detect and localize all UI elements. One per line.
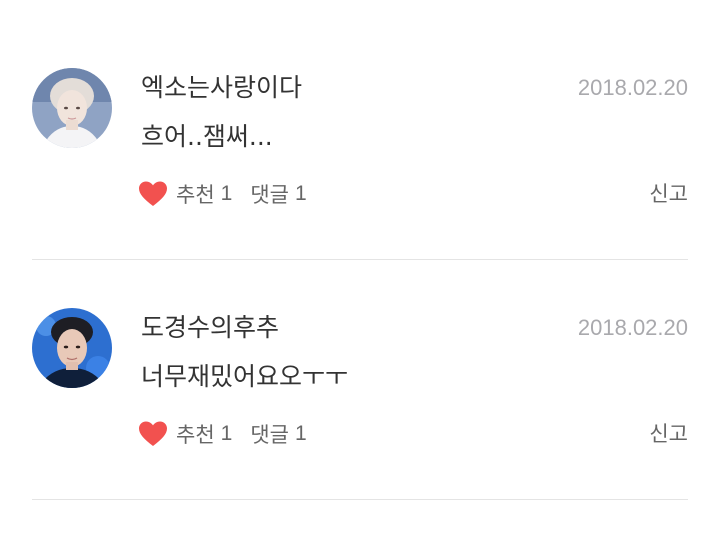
comment-item: 도경수의후추 2018.02.20 너무재밌어요오ㅜㅜ 추천 1 댓글 1 신고	[0, 260, 720, 500]
reply-label: 댓글	[250, 423, 289, 447]
heart-icon[interactable]	[138, 180, 168, 208]
comment-date: 2018.02.20	[577, 75, 688, 100]
comment-list: 엑소는사랑이다 2018.02.20 흐어..잼써... 추천 1 댓글 1 신…	[0, 0, 720, 540]
recommend-count: 1	[220, 182, 233, 205]
comment-author[interactable]: 도경수의후추	[141, 312, 279, 344]
avatar[interactable]	[32, 68, 112, 148]
comment-text: 흐어..잼써...	[141, 122, 273, 151]
report-button[interactable]: 신고	[649, 179, 688, 209]
heart-icon[interactable]	[138, 420, 168, 448]
comment-actions: 추천 1 댓글 1	[138, 418, 307, 450]
avatar[interactable]	[32, 308, 112, 388]
recommend-label: 추천	[176, 183, 215, 207]
reply-label: 댓글	[250, 183, 289, 207]
comment-item: 엑소는사랑이다 2018.02.20 흐어..잼써... 추천 1 댓글 1 신…	[0, 20, 720, 260]
comment-actions: 추천 1 댓글 1	[138, 178, 307, 210]
recommend-count: 1	[220, 422, 233, 445]
divider	[32, 499, 688, 500]
reply-count: 1	[294, 182, 307, 205]
comment-author[interactable]: 엑소는사랑이다	[141, 72, 302, 104]
reply-button[interactable]: 댓글 1	[250, 419, 306, 449]
avatar-photo	[32, 68, 112, 148]
comment-text: 너무재밌어요오ㅜㅜ	[141, 362, 349, 391]
avatar-photo	[32, 308, 112, 388]
recommend-label: 추천	[176, 423, 215, 447]
recommend-button[interactable]: 추천 1	[176, 179, 232, 209]
comment-date: 2018.02.20	[577, 315, 688, 340]
recommend-button[interactable]: 추천 1	[176, 419, 232, 449]
reply-count: 1	[294, 422, 307, 445]
reply-button[interactable]: 댓글 1	[250, 179, 306, 209]
report-button[interactable]: 신고	[649, 419, 688, 449]
